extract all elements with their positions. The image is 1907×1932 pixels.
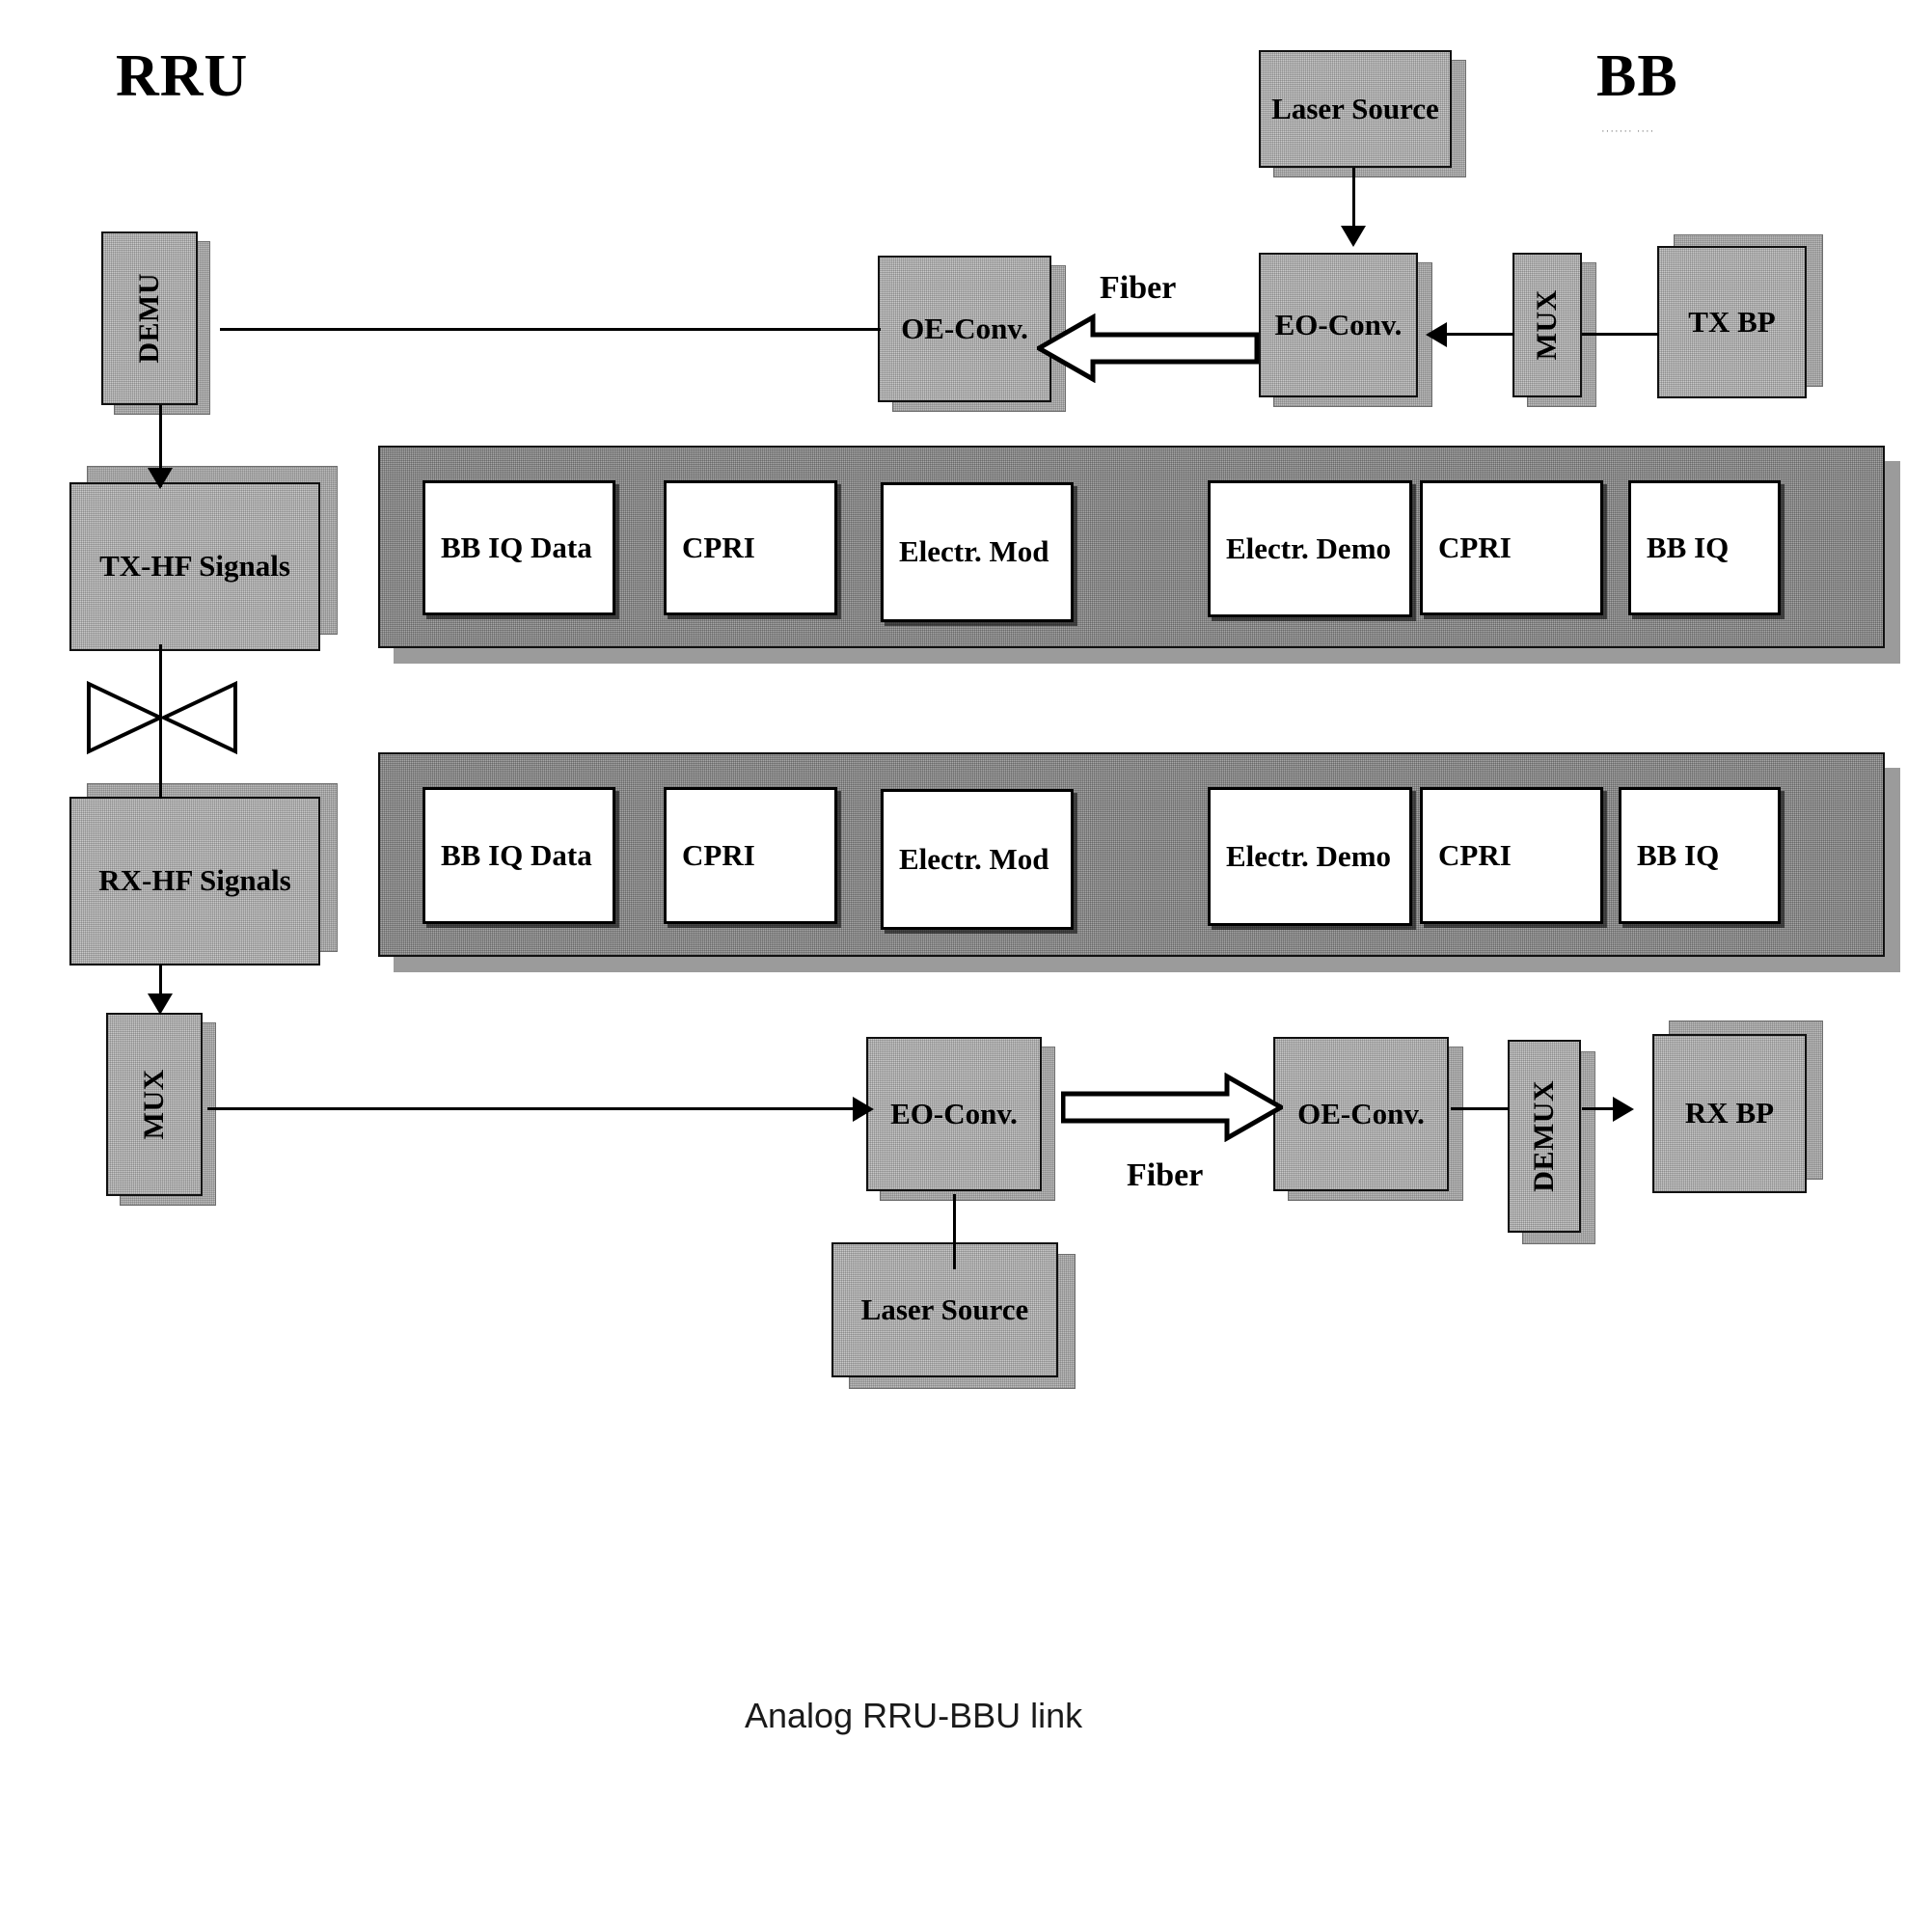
eo-conv-bottom: EO-Conv.: [866, 1037, 1042, 1191]
oe-conv-top-label: OE-Conv.: [901, 311, 1028, 345]
uplink-cell-0: BB IQ Data: [422, 787, 615, 924]
figure-canvas: RRU BB ······· ···· Laser Source EO-Conv…: [0, 0, 1907, 1932]
demux-bottom: DEMUX: [1508, 1040, 1581, 1233]
oeconv-to-demu-line: [220, 328, 881, 331]
uplink-cell-5-label: BB IQ: [1637, 837, 1720, 872]
mux-to-eoconv-line: [1439, 333, 1514, 336]
downlink-cell-4: CPRI: [1420, 480, 1603, 615]
fiber-label-top: Fiber: [1100, 270, 1177, 306]
demu: DEMU: [101, 231, 198, 405]
demux-to-rxbp-arrowhead: [1613, 1097, 1634, 1122]
downlink-cell-5: BB IQ: [1628, 480, 1781, 615]
mux-bottom-label: MUX: [138, 1069, 171, 1140]
downlink-cell-0: BB IQ Data: [422, 480, 615, 615]
rx-hf-signals-label: RX-HF Signals: [98, 863, 291, 898]
uplink-cell-3-label: Electr. Demo: [1226, 838, 1392, 873]
antenna-icon: [85, 680, 239, 755]
eo-conv-top-label: EO-Conv.: [1274, 307, 1403, 341]
oe-conv-bottom: OE-Conv.: [1273, 1037, 1449, 1191]
figure-caption: Analog RRU-BBU link: [745, 1696, 1083, 1735]
laser-top-feed-arrowhead: [1341, 226, 1366, 247]
oeconv-to-demux-line: [1451, 1107, 1509, 1110]
eo-conv-bottom-label: EO-Conv.: [890, 1096, 1018, 1130]
tx-hf-signals: TX-HF Signals: [69, 482, 320, 651]
downlink-cell-3-label: Electr. Demo: [1226, 531, 1392, 565]
downlink-cell-1: CPRI: [664, 480, 837, 615]
uplink-cell-5: BB IQ: [1619, 787, 1781, 924]
oe-conv-top: OE-Conv.: [878, 256, 1051, 402]
txbp-to-mux-line: [1582, 333, 1659, 336]
rx-bp-label: RX BP: [1684, 1096, 1775, 1130]
uplink-cell-3: Electr. Demo: [1208, 787, 1412, 926]
uplink-cell-2: Electr. Mod: [881, 789, 1074, 930]
fiber-block-arrow-top: [1037, 313, 1259, 383]
uplink-cell-0-label: BB IQ Data: [441, 837, 592, 872]
downlink-cell-2: Electr. Mod: [881, 482, 1074, 622]
downlink-cell-5-label: BB IQ: [1647, 530, 1730, 564]
laser-bottom-feed-line: [953, 1194, 956, 1269]
fiber-block-arrow-bottom: [1061, 1073, 1283, 1142]
uplink-cell-2-label: Electr. Mod: [899, 841, 1049, 876]
uplink-cell-4: CPRI: [1420, 787, 1603, 924]
downlink-cell-1-label: CPRI: [682, 530, 755, 564]
laser-source-top-label: Laser Source: [1271, 91, 1439, 125]
mux-bottom: MUX: [106, 1013, 203, 1196]
mux-top: MUX: [1512, 253, 1582, 397]
rx-bp: RX BP: [1652, 1034, 1807, 1193]
fiber-label-bottom: Fiber: [1127, 1157, 1204, 1193]
laser-source-top: Laser Source: [1259, 50, 1452, 168]
mux-to-eoconv-arrowhead: [1426, 322, 1447, 347]
label-bb: BB: [1596, 43, 1678, 109]
mux-to-eoconv-bottom-line: [207, 1107, 868, 1110]
demu-label: DEMU: [133, 273, 166, 364]
mux-top-label: MUX: [1531, 289, 1564, 361]
downlink-cell-2-label: Electr. Mod: [899, 534, 1049, 569]
uplink-cell-1: CPRI: [664, 787, 837, 924]
label-bb-subtext: ······· ····: [1601, 125, 1655, 137]
tx-bp-label: TX BP: [1688, 304, 1776, 339]
uplink-cell-4-label: CPRI: [1438, 837, 1512, 872]
rxhf-to-mux-arrowhead: [148, 993, 173, 1015]
eo-conv-top: EO-Conv.: [1259, 253, 1418, 397]
mux-to-eoconv-bottom-arrowhead: [853, 1097, 874, 1122]
tx-hf-signals-label: TX-HF Signals: [99, 549, 290, 584]
demu-to-txhf-arrowhead: [148, 468, 173, 489]
downlink-cell-0-label: BB IQ Data: [441, 530, 592, 564]
laser-source-bottom: Laser Source: [831, 1242, 1058, 1377]
downlink-cell-4-label: CPRI: [1438, 530, 1512, 564]
uplink-cell-1-label: CPRI: [682, 837, 755, 872]
downlink-cell-3: Electr. Demo: [1208, 480, 1412, 617]
oe-conv-bottom-label: OE-Conv.: [1297, 1096, 1425, 1130]
tx-bp: TX BP: [1657, 246, 1807, 398]
rx-hf-signals: RX-HF Signals: [69, 797, 320, 966]
laser-source-bottom-label: Laser Source: [860, 1292, 1029, 1326]
label-rru: RRU: [116, 43, 249, 109]
demux-bottom-label: DEMUX: [1528, 1080, 1561, 1192]
